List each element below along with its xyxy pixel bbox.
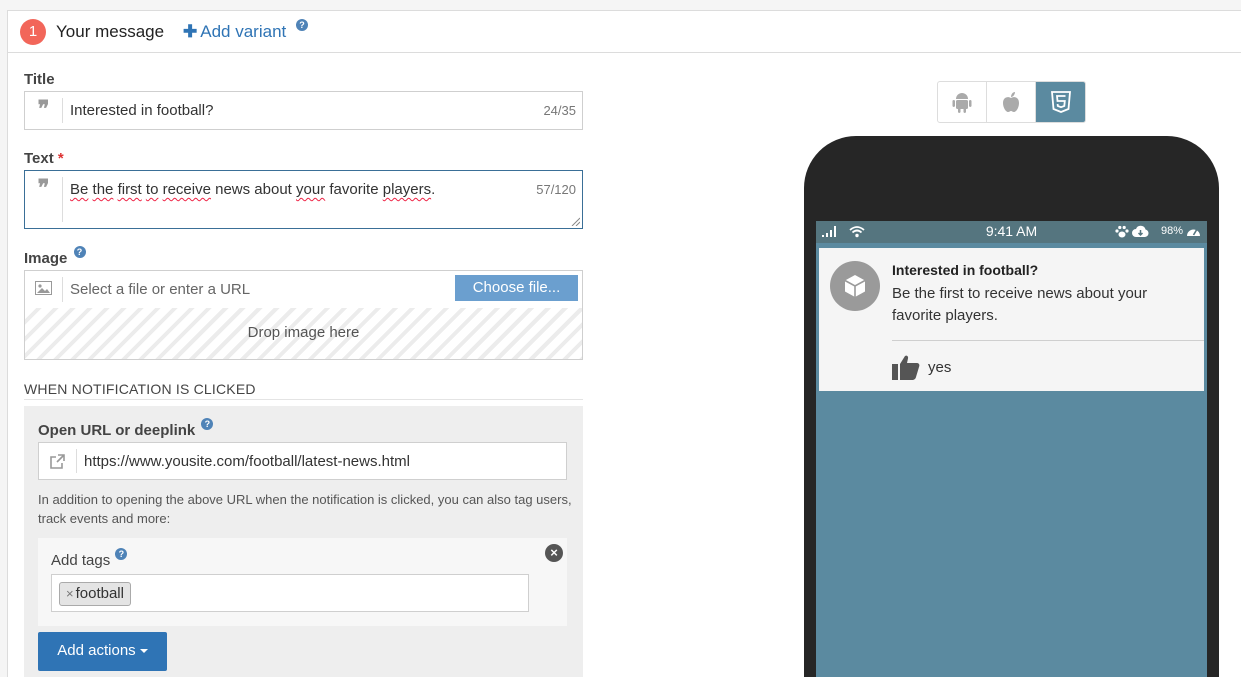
text-word: players bbox=[382, 181, 432, 198]
text-word: the bbox=[92, 181, 114, 198]
step-badge: 1 bbox=[20, 19, 46, 45]
battery-level: 98% bbox=[1160, 225, 1183, 237]
add-variant-label: Add variant bbox=[200, 22, 287, 41]
panel-title: Your message bbox=[56, 22, 165, 41]
text-counter: 57/120 bbox=[536, 182, 576, 197]
tag-label: football bbox=[75, 585, 124, 602]
add-variant-link[interactable]: ✚ Add variant bbox=[183, 22, 286, 42]
text-input-value: Be the first to receive news about your … bbox=[70, 181, 436, 198]
html5-icon bbox=[1050, 91, 1071, 113]
click-help-text: In addition to opening the above URL whe… bbox=[38, 492, 572, 526]
gauge-icon bbox=[1187, 229, 1200, 236]
tags-label-text: Add tags bbox=[51, 552, 111, 569]
phone-preview: 9:41 AM 98% Interested in football? Be t… bbox=[804, 136, 1219, 677]
help-icon[interactable]: ? bbox=[73, 246, 86, 258]
text-word: first bbox=[117, 181, 142, 198]
image-label: Image ? bbox=[24, 246, 86, 267]
click-section-heading: WHEN NOTIFICATION IS CLICKED bbox=[24, 381, 583, 400]
text-label: Text * bbox=[24, 150, 64, 167]
add-actions-label: Add actions bbox=[57, 642, 136, 659]
url-label-text: Open URL or deeplink bbox=[38, 422, 196, 439]
text-word: your bbox=[296, 181, 326, 198]
help-icon[interactable]: ? bbox=[115, 548, 128, 560]
notification-divider bbox=[892, 340, 1204, 341]
title-label: Title bbox=[24, 71, 55, 88]
text-word: to bbox=[145, 181, 159, 198]
click-section: Open URL or deeplink ? https://www.yousi… bbox=[24, 406, 583, 677]
tags-box: Add tags ? × × football bbox=[38, 538, 567, 626]
field-separator bbox=[76, 449, 77, 473]
add-actions-button[interactable]: Add actions bbox=[38, 632, 167, 671]
notification-action-button[interactable]: yes bbox=[892, 354, 951, 380]
image-url-placeholder: Select a file or enter a URL bbox=[70, 281, 251, 298]
title-input-value: Interested in football? bbox=[70, 102, 214, 119]
remove-tag-icon[interactable]: × bbox=[66, 586, 74, 601]
url-input[interactable]: https://www.yousite.com/football/latest-… bbox=[38, 442, 567, 480]
url-label: Open URL or deeplink ? bbox=[38, 418, 214, 439]
notification-body: Be the first to receive news about your … bbox=[892, 285, 1148, 324]
tag-chip: × football bbox=[59, 582, 131, 606]
caret-down-icon bbox=[139, 649, 148, 654]
field-separator bbox=[62, 177, 63, 222]
help-icon[interactable]: ? bbox=[296, 19, 308, 31]
plus-icon: ✚ bbox=[183, 22, 198, 41]
status-bar: 9:41 AM 98% bbox=[816, 221, 1207, 243]
notification-icon bbox=[830, 261, 880, 311]
remove-tags-icon[interactable]: × bbox=[545, 544, 563, 562]
text-field[interactable]: ❞ Be the first to receive news about you… bbox=[24, 170, 583, 229]
platform-html5-button[interactable] bbox=[1036, 82, 1085, 122]
required-marker: * bbox=[57, 150, 64, 167]
resize-handle-icon[interactable] bbox=[571, 217, 580, 226]
android-icon bbox=[952, 93, 972, 113]
phone-screen: 9:41 AM 98% Interested in football? Be t… bbox=[816, 221, 1207, 677]
image-label-text: Image bbox=[24, 250, 68, 267]
tags-label: Add tags ? bbox=[51, 548, 128, 569]
thumbs-up-icon bbox=[892, 355, 920, 380]
text-label-text: Text bbox=[24, 150, 54, 167]
platform-apple-button[interactable] bbox=[987, 82, 1036, 122]
title-field[interactable]: ❞ Interested in football? 24/35 bbox=[24, 91, 583, 130]
text-word: Be bbox=[70, 181, 89, 198]
message-panel: 1 Your message ✚ Add variant ? Title ❞ In… bbox=[7, 10, 1241, 677]
paw-icon bbox=[1115, 225, 1129, 238]
text-word: receive bbox=[162, 181, 211, 198]
image-url-field[interactable]: Select a file or enter a URL Choose file… bbox=[24, 270, 583, 309]
platform-switch bbox=[937, 81, 1086, 123]
box-icon bbox=[844, 275, 866, 297]
title-counter: 24/35 bbox=[543, 103, 576, 118]
panel-header: 1 Your message ✚ Add variant ? bbox=[8, 11, 1241, 53]
field-separator bbox=[62, 277, 63, 302]
tags-input[interactable]: × football bbox=[51, 574, 529, 612]
url-value: https://www.yousite.com/football/latest-… bbox=[84, 453, 410, 470]
apple-icon bbox=[1003, 92, 1019, 112]
choose-file-button[interactable]: Choose file... bbox=[455, 275, 578, 301]
notification-card[interactable]: Interested in football? Be the first to … bbox=[819, 248, 1204, 391]
notification-title: Interested in football? bbox=[892, 262, 1039, 278]
cloud-download-icon bbox=[1132, 225, 1149, 237]
help-icon[interactable]: ? bbox=[201, 418, 214, 430]
external-link-icon bbox=[39, 443, 76, 479]
quote-icon: ❞ bbox=[37, 96, 50, 122]
field-separator bbox=[62, 98, 63, 123]
image-icon bbox=[25, 271, 62, 308]
quote-icon: ❞ bbox=[37, 175, 50, 201]
image-drop-zone[interactable]: Drop image here bbox=[24, 308, 583, 360]
notification-action-label: yes bbox=[928, 358, 952, 376]
platform-android-button[interactable] bbox=[938, 82, 987, 122]
